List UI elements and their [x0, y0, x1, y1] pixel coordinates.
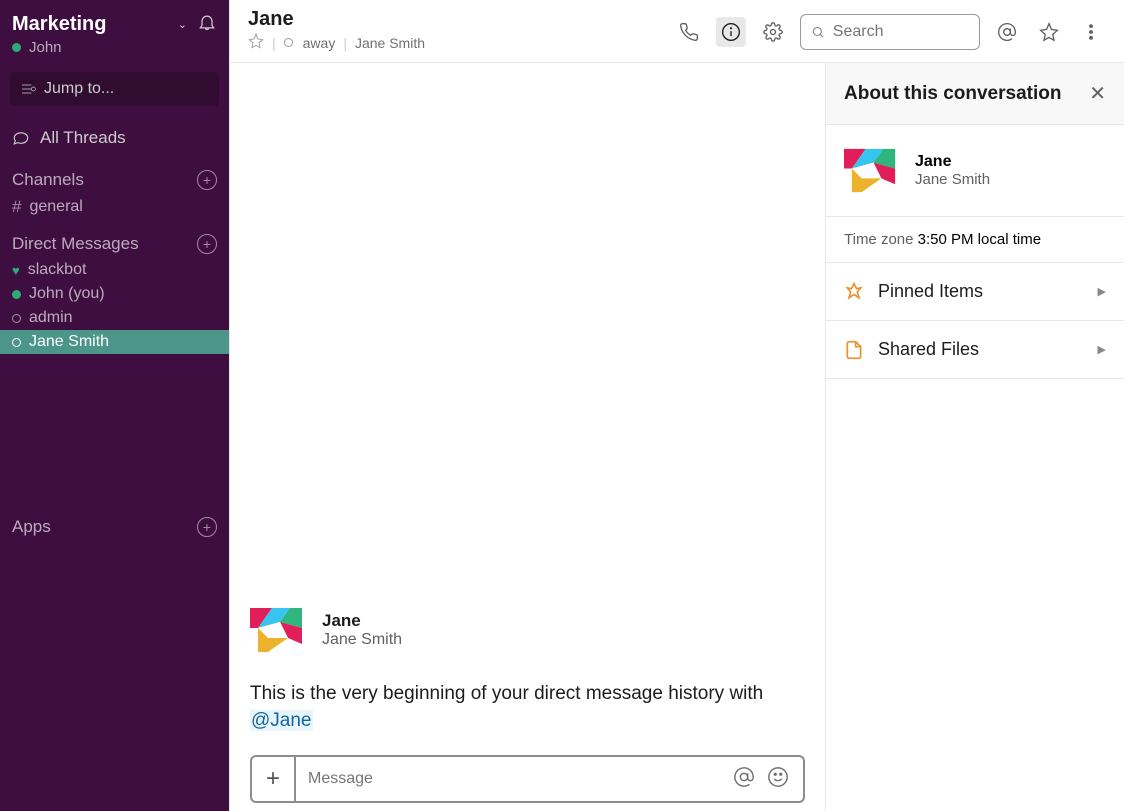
beginning-text: This is the very beginning of your direc… — [250, 683, 763, 704]
pinned-items-section[interactable]: Pinned Items ▶ — [826, 263, 1124, 321]
conversation-header: Jane | away | Jane Smith — [230, 0, 1124, 63]
hash-icon: # — [12, 197, 21, 217]
timezone-label: Time zone — [844, 231, 913, 248]
dms-header: Direct Messages + — [0, 220, 229, 258]
all-threads-label: All Threads — [40, 128, 126, 148]
add-channel-button[interactable]: + — [197, 170, 217, 190]
jump-to-button[interactable]: Jump to... — [10, 72, 219, 106]
apps-header: Apps + — [0, 503, 229, 541]
dms-label: Direct Messages — [12, 234, 197, 254]
status-text: away — [303, 35, 336, 51]
profile-name: Jane — [915, 153, 990, 171]
heart-icon: ♥ — [12, 263, 20, 278]
workspace-header[interactable]: Marketing ⌄ — [0, 6, 229, 39]
profile-full-name: Jane Smith — [915, 171, 990, 188]
beginning-full-name: Jane Smith — [322, 631, 402, 649]
current-user-name: John — [29, 39, 62, 56]
star-icon[interactable] — [248, 33, 264, 52]
mention-icon[interactable] — [733, 766, 755, 793]
message-input[interactable] — [296, 770, 733, 788]
jump-to-label: Jump to... — [44, 80, 114, 98]
at-icon[interactable] — [992, 17, 1022, 47]
channels-header: Channels + — [0, 156, 229, 194]
dm-name: slackbot — [28, 261, 87, 279]
emoji-icon[interactable] — [767, 766, 789, 793]
pinned-items-label: Pinned Items — [878, 281, 1098, 302]
chevron-right-icon: ▶ — [1098, 285, 1106, 298]
more-icon[interactable] — [1076, 17, 1106, 47]
timezone-value: 3:50 PM local time — [918, 231, 1041, 248]
star-button-icon[interactable] — [1034, 17, 1064, 47]
main-area: Jane | away | Jane Smith — [229, 0, 1124, 811]
all-threads-button[interactable]: All Threads — [0, 120, 229, 156]
timezone-row: Time zone 3:50 PM local time — [826, 217, 1124, 263]
divider: | — [272, 35, 276, 51]
workspace-name: Marketing — [12, 13, 178, 36]
presence-away-icon — [12, 314, 21, 323]
shared-files-section[interactable]: Shared Files ▶ — [826, 321, 1124, 379]
divider: | — [343, 35, 347, 51]
shared-files-label: Shared Files — [878, 339, 1098, 360]
dm-name: admin — [29, 309, 73, 327]
workspace-user: John — [0, 39, 229, 66]
apps-label: Apps — [12, 517, 197, 537]
sidebar: Marketing ⌄ John Jump to... All Threads … — [0, 0, 229, 811]
presence-away-icon — [284, 38, 293, 47]
chevron-right-icon: ▶ — [1098, 343, 1106, 356]
close-icon[interactable]: ✕ — [1089, 81, 1106, 106]
presence-online-icon — [12, 290, 21, 299]
channel-name: general — [29, 198, 82, 216]
beginning-name: Jane — [322, 611, 402, 631]
conversation-beginning: Jane Jane Smith This is the very beginni… — [250, 600, 805, 735]
gear-icon[interactable] — [758, 17, 788, 47]
conversation-title[interactable]: Jane — [248, 8, 674, 31]
search-box[interactable] — [800, 14, 980, 50]
channel-item-general[interactable]: # general — [0, 194, 229, 220]
dm-item-admin[interactable]: admin — [0, 306, 229, 330]
dm-item-slackbot[interactable]: ♥ slackbot — [0, 258, 229, 282]
channels-label: Channels — [12, 170, 197, 190]
avatar — [250, 600, 310, 660]
mention[interactable]: @Jane — [250, 710, 313, 731]
about-panel: About this conversation ✕ Jane Jane Smit… — [825, 63, 1124, 811]
full-name: Jane Smith — [355, 35, 425, 51]
add-app-button[interactable]: + — [197, 517, 217, 537]
dm-name: Jane Smith — [29, 333, 109, 351]
chevron-down-icon: ⌄ — [178, 18, 187, 31]
add-dm-button[interactable]: + — [197, 234, 217, 254]
presence-away-icon — [12, 338, 21, 347]
avatar — [844, 141, 903, 200]
info-icon[interactable] — [716, 17, 746, 47]
dm-item-jane-smith[interactable]: Jane Smith — [0, 330, 229, 354]
about-panel-title: About this conversation — [844, 83, 1089, 105]
attach-button[interactable]: + — [252, 757, 296, 801]
bell-icon[interactable] — [197, 12, 217, 37]
message-composer: + — [250, 755, 805, 803]
dm-name: John (you) — [29, 285, 105, 303]
search-input[interactable] — [833, 23, 969, 41]
about-profile: Jane Jane Smith — [826, 125, 1124, 217]
presence-online-icon — [12, 43, 21, 52]
phone-icon[interactable] — [674, 17, 704, 47]
message-area: Jane Jane Smith This is the very beginni… — [230, 63, 825, 811]
dm-item-john[interactable]: John (you) — [0, 282, 229, 306]
